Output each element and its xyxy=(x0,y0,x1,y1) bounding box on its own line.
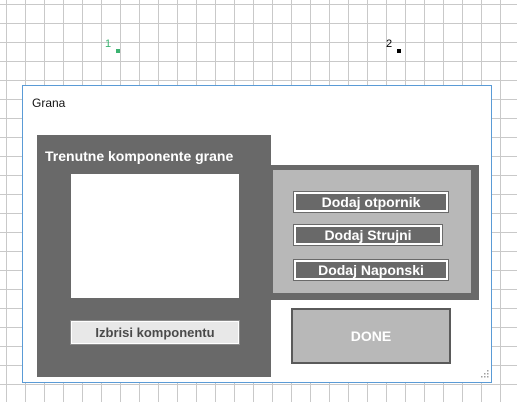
circuit-canvas[interactable]: 1 2 Grana Trenutne komponente grane Izbr… xyxy=(0,0,517,402)
components-heading: Trenutne komponente grane xyxy=(45,148,234,164)
resize-grip-icon[interactable] xyxy=(481,370,489,380)
branch-dialog: Grana Trenutne komponente grane Izbrisi … xyxy=(22,85,492,383)
add-component-inner: Dodaj otpornik Dodaj Strujni Dodaj Napon… xyxy=(273,170,471,293)
dialog-title: Grana xyxy=(32,96,66,110)
add-voltage-source-button[interactable]: Dodaj Naponski xyxy=(293,259,449,281)
delete-component-button[interactable]: Izbrisi komponentu xyxy=(70,320,240,345)
add-resistor-button[interactable]: Dodaj otpornik xyxy=(293,191,449,213)
node-2-label: 2 xyxy=(386,38,393,50)
add-current-source-button[interactable]: Dodaj Strujni xyxy=(293,224,443,246)
node-1-marker[interactable] xyxy=(116,49,120,53)
component-list[interactable] xyxy=(71,174,239,298)
node-2-marker[interactable] xyxy=(397,49,401,53)
current-components-panel: Trenutne komponente grane Izbrisi kompon… xyxy=(37,135,271,377)
done-button[interactable]: DONE xyxy=(291,308,451,364)
node-1-label: 1 xyxy=(105,38,112,50)
add-component-panel: Dodaj otpornik Dodaj Strujni Dodaj Napon… xyxy=(269,165,479,300)
